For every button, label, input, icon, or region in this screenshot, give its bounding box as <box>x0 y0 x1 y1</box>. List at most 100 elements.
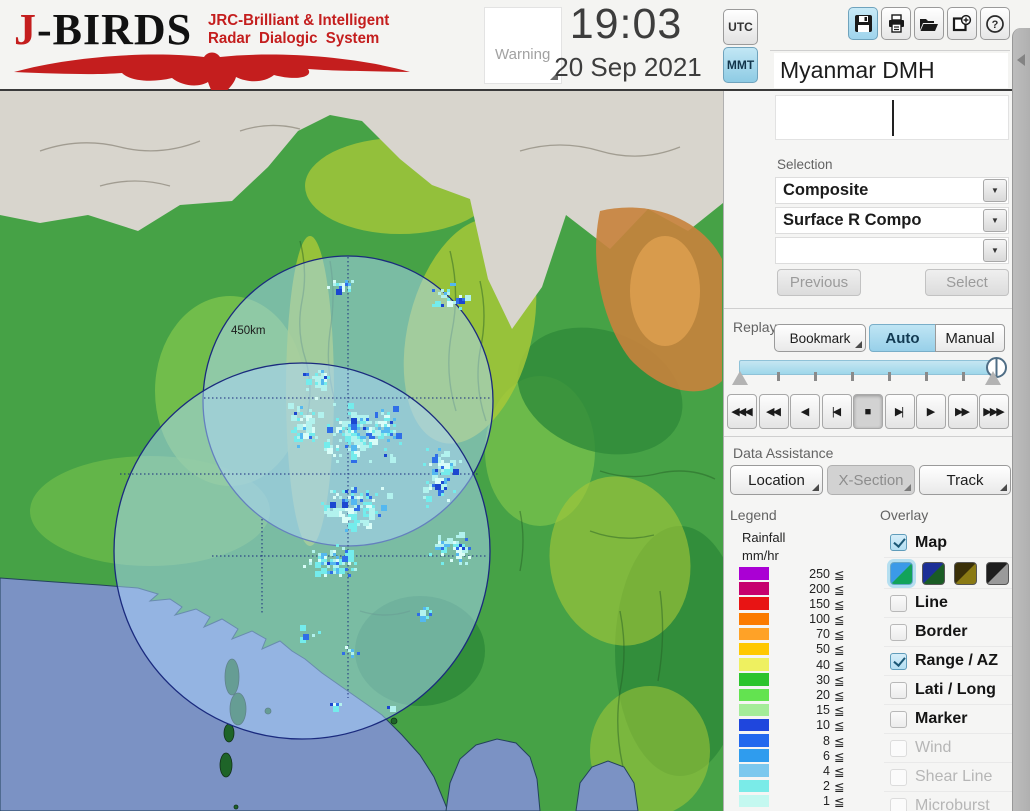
mmt-button[interactable]: MMT <box>723 47 758 83</box>
legend-operator: ≦ <box>834 734 845 749</box>
product-dropdown-2[interactable]: Surface R Compo ▼ <box>775 207 1009 234</box>
legend-color-swatch <box>739 627 769 641</box>
overlay-item-label: Wind <box>915 739 952 756</box>
legend-value: 2 <box>823 779 830 794</box>
legend-operator: ≦ <box>834 689 845 703</box>
legend-color-swatch <box>739 567 769 580</box>
help-button[interactable]: ? <box>980 7 1010 40</box>
legend-row: 50 ≦ <box>735 642 865 657</box>
map-style-swatches <box>884 557 1012 588</box>
stop-button[interactable]: ■ <box>853 394 883 429</box>
track-button[interactable]: Track <box>919 465 1011 495</box>
panel-collapse-strip[interactable] <box>1012 28 1030 811</box>
checkbox <box>890 797 907 811</box>
step-back-button[interactable]: ◀ <box>790 394 820 429</box>
legend-color-swatch <box>739 642 769 656</box>
checkbox[interactable] <box>890 681 907 699</box>
utc-button[interactable]: UTC <box>723 9 758 45</box>
collapse-left-icon <box>1017 54 1025 66</box>
rainfall-legend: 250 ≦ 200 ≦ 150 ≦ 100 ≦ 70 ≦ 50 ≦ 40 ≦ 30 ≦ 20 ≦ 15 ≦ 10 ≦ 8 ≦ 6… <box>735 566 865 809</box>
slider-tick <box>962 372 965 381</box>
eagle-icon <box>14 52 410 90</box>
overlay-row-microburst: Microburst <box>884 791 1012 811</box>
save-button[interactable] <box>848 7 878 40</box>
open-folder-button[interactable] <box>914 7 944 40</box>
radar-map[interactable]: 450km <box>0 91 723 811</box>
checkbox[interactable] <box>890 652 907 670</box>
overlay-row-line: Line <box>884 588 1012 617</box>
legend-value: 10 <box>816 718 830 733</box>
forward-button[interactable]: ▶▶ <box>947 394 978 429</box>
site-name-field[interactable]: Myanmar DMH <box>774 53 1008 88</box>
warning-label: Warning <box>495 46 551 63</box>
chevron-down-icon[interactable]: ▼ <box>983 209 1007 232</box>
xsection-button[interactable]: X-Section <box>827 465 915 495</box>
checkbox[interactable] <box>890 594 907 612</box>
rewind-button[interactable]: ◀◀ <box>758 394 789 429</box>
checkbox <box>890 768 907 786</box>
print-button[interactable] <box>881 7 911 40</box>
overlay-item-label: Map <box>915 533 947 551</box>
skip-start-button[interactable]: |◀ <box>821 394 852 429</box>
overlay-item-label: Microburst <box>915 797 990 811</box>
slider-end-marker[interactable] <box>985 371 1001 385</box>
checkbox[interactable] <box>890 710 907 728</box>
legend-row: 100 ≦ <box>735 612 865 627</box>
logo-subtitle: JRC-Brilliant & Intelligent Radar Dialogi… <box>208 12 390 47</box>
map-style-swatch[interactable] <box>890 561 913 585</box>
overlay-item-label: Border <box>915 623 968 640</box>
legend-row: 1 ≦ <box>735 794 865 809</box>
forward-fast-button[interactable]: ▶▶▶ <box>979 394 1009 429</box>
bookmark-button[interactable]: Bookmark <box>774 324 866 352</box>
overlay-row-shear-line: Shear Line <box>884 762 1012 791</box>
legend-row: 10 ≦ <box>735 718 865 733</box>
legend-operator: ≦ <box>834 749 845 764</box>
chevron-down-icon[interactable]: ▼ <box>983 239 1007 262</box>
map-style-swatch[interactable] <box>986 561 1009 585</box>
legend-value: 20 <box>816 688 830 702</box>
slider-start-marker[interactable] <box>732 371 748 385</box>
legend-value: 8 <box>823 733 830 748</box>
header-bar: J-BIRDS JRC-Brilliant & Intelligent Radar… <box>0 0 1030 91</box>
product-dropdown-1[interactable]: Composite ▼ <box>775 177 1009 204</box>
auto-mode-button[interactable]: Auto <box>869 324 936 352</box>
skip-end-button[interactable]: ▶| <box>884 394 915 429</box>
overlay-row-wind: Wind <box>884 733 1012 762</box>
legend-row: 4 ≦ <box>735 763 865 779</box>
legend-color-swatch <box>739 703 769 717</box>
map-style-swatch[interactable] <box>954 561 977 585</box>
legend-color-swatch <box>739 749 769 762</box>
legend-value: 70 <box>816 627 830 642</box>
legend-row: 6 ≦ <box>735 748 865 764</box>
add-image-button[interactable] <box>947 7 977 40</box>
text-cursor <box>892 100 894 136</box>
legend-color-swatch <box>739 718 769 732</box>
manual-mode-button[interactable]: Manual <box>935 324 1005 352</box>
legend-color-swatch <box>739 734 769 747</box>
playback-controls: ◀◀◀ ◀◀ ◀ |◀ ■ ▶| ▶ ▶▶ ▶▶▶ <box>727 394 1009 429</box>
jbirds-app: J-BIRDS JRC-Brilliant & Intelligent Radar… <box>0 0 1030 811</box>
header-divider <box>770 50 1010 51</box>
slider-tick <box>777 372 780 381</box>
overlay-options: Map Line Border Range / AZ Lati / Long Marker… <box>884 528 1012 811</box>
legend-operator: ≦ <box>834 795 845 810</box>
overlay-item-label: Marker <box>915 710 968 727</box>
legend-operator: ≦ <box>834 613 845 628</box>
location-button[interactable]: Location <box>730 465 823 495</box>
annotation-input[interactable] <box>775 95 1009 140</box>
legend-operator: ≦ <box>834 764 845 779</box>
previous-button[interactable]: Previous <box>777 269 861 296</box>
rewind-fast-button[interactable]: ◀◀◀ <box>727 394 757 429</box>
map-style-swatch[interactable] <box>922 561 945 585</box>
checkbox[interactable] <box>890 623 907 641</box>
chevron-down-icon[interactable]: ▼ <box>983 179 1007 202</box>
checkbox[interactable] <box>890 534 907 551</box>
legend-operator: ≦ <box>834 673 845 688</box>
select-button[interactable]: Select <box>925 269 1009 296</box>
play-button[interactable]: ▶ <box>916 394 946 429</box>
product-dropdown-3[interactable]: ▼ <box>775 237 1009 264</box>
legend-row: 200 ≦ <box>735 581 865 597</box>
control-panel: Selection Composite ▼ Surface R Compo ▼ … <box>723 91 1012 811</box>
overlay-label: Overlay <box>880 507 929 523</box>
overlay-item-label: Line <box>915 594 948 611</box>
